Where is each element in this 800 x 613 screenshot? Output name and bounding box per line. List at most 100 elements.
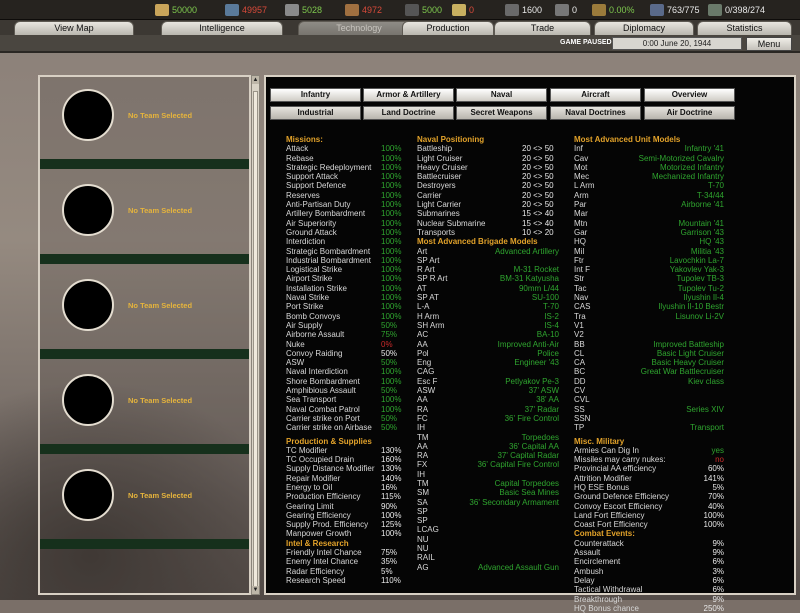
brigade-row: IH (417, 470, 557, 479)
mission-row: Naval Strike 100% (286, 293, 401, 302)
brigade-row: IH (417, 423, 557, 432)
row-value: 20 <> 50 (522, 200, 554, 210)
row-label: Light Carrier (417, 200, 462, 210)
team-portrait-empty[interactable] (62, 184, 114, 236)
team-portrait-empty[interactable] (62, 279, 114, 331)
tab-intelligence[interactable]: Intelligence (161, 21, 283, 35)
row-label: Assault (574, 548, 601, 558)
mission-row: Shore Bombardment 100% (286, 377, 401, 386)
row-label: Reserves (286, 190, 320, 200)
row-value: 100% (381, 237, 402, 247)
row-label: TM (417, 478, 429, 488)
tech-tab-land-doctrine[interactable]: Land Doctrine (363, 106, 454, 120)
row-label: SP (417, 506, 428, 516)
row-label: Nuke (286, 339, 305, 349)
oil-icon (405, 4, 419, 16)
intel-row: Friendly Intel Chance 75% (286, 548, 401, 557)
production-heading: Production & Supplies (286, 436, 372, 446)
teams-scrollbar[interactable]: ▲ ▼ (251, 75, 260, 595)
row-value: 100% (381, 265, 402, 275)
row-value: 6% (712, 575, 724, 585)
resource-supplies: 50000 (155, 3, 197, 17)
brigade-row: AG Advanced Assault Gun (417, 563, 559, 572)
row-label: V2 (574, 330, 584, 340)
row-label: AA (417, 395, 428, 405)
mission-row: Sea Transport 100% (286, 395, 401, 404)
team-slot[interactable]: No Team Selected (40, 364, 249, 459)
row-value: BM-31 Katyusha (499, 274, 559, 284)
row-value: Torpedoes (521, 432, 559, 442)
misc-row: Provincial AA efficiency 60% (574, 464, 724, 473)
misc-row: Convoy Escort Efficiency 40% (574, 502, 724, 511)
scroll-down-icon[interactable]: ▼ (252, 586, 259, 594)
row-value: Basic Sea Mines (499, 488, 559, 498)
row-label: Counterattack (574, 538, 624, 548)
row-value: no (715, 455, 724, 465)
menu-button[interactable]: Menu (746, 37, 792, 51)
tech-tab-naval-doctrines[interactable]: Naval Doctrines (550, 106, 641, 120)
team-slot[interactable]: No Team Selected (40, 269, 249, 364)
tech-tab-secret-weapons[interactable]: Secret Weapons (456, 106, 547, 120)
row-label: Tactical Withdrawal (574, 585, 643, 595)
tab-diplomacy[interactable]: Diplomacy (594, 21, 694, 35)
intel-row: Enemy Intel Chance 35% (286, 557, 401, 566)
mission-row: Industrial Bombardment 100% (286, 256, 401, 265)
team-portrait-empty[interactable] (62, 89, 114, 141)
row-label: Heavy Cruiser (417, 162, 468, 172)
row-value: 6% (712, 557, 724, 567)
brigade-row: SP R Art BM-31 Katyusha (417, 274, 559, 284)
tech-tab-infantry[interactable]: Infantry (270, 88, 361, 102)
row-label: CAS (574, 302, 591, 312)
row-value: 20 <> 50 (522, 162, 554, 172)
unit-row: CL Basic Light Cruiser (574, 349, 724, 358)
row-label: BB (574, 339, 585, 349)
row-value: 37' Capital Radar (497, 451, 559, 461)
tab-production[interactable]: Production (402, 21, 494, 35)
row-label: SS (574, 404, 585, 414)
team-slot[interactable]: No Team Selected (40, 459, 249, 554)
row-label: Int F (574, 265, 591, 275)
row-value: 100% (381, 172, 402, 182)
team-slot[interactable]: No Team Selected (40, 79, 249, 174)
row-label: Pol (417, 348, 429, 358)
row-value: 100% (381, 227, 402, 237)
team-slot[interactable]: No Team Selected (40, 174, 249, 269)
tech-tab-aircraft[interactable]: Aircraft (550, 88, 641, 102)
tech-tab-naval[interactable]: Naval (456, 88, 547, 102)
row-label: Armies Can Dig In (574, 445, 639, 455)
team-portrait-empty[interactable] (62, 469, 114, 521)
tech-tab-air-doctrine[interactable]: Air Doctrine (644, 106, 735, 120)
row-label: Attrition Modifier (574, 473, 632, 483)
tab-view-map[interactable]: View Map (14, 21, 134, 35)
row-value: 20 <> 50 (522, 190, 554, 200)
team-portrait-empty[interactable] (62, 374, 114, 426)
row-label: Mot (574, 162, 588, 172)
row-label: Strategic Redeployment (286, 162, 372, 172)
row-value: 130% (381, 445, 402, 455)
row-value: 100% (381, 274, 402, 284)
scroll-thumb[interactable] (253, 91, 258, 589)
scroll-up-icon[interactable]: ▲ (252, 76, 259, 84)
tech-tab-industrial[interactable]: Industrial (270, 106, 361, 120)
energy-icon (225, 4, 239, 16)
brigade-models-heading: Most Advanced Brigade Models (417, 237, 538, 247)
tab-statistics[interactable]: Statistics (697, 21, 792, 35)
row-label: IH (417, 423, 425, 433)
resource-value: 5028 (302, 5, 323, 15)
tab-trade[interactable]: Trade (494, 21, 591, 35)
mission-row: Rebase 100% (286, 154, 401, 163)
misc-row: Missiles may carry nukes: no (574, 455, 724, 464)
row-label: Installation Strike (286, 283, 347, 293)
row-label: Convoy Escort Efficiency (574, 501, 663, 511)
row-value: 100% (381, 293, 402, 303)
row-value: 6% (712, 585, 724, 595)
row-label: SA (417, 497, 428, 507)
mission-row: Support Attack 100% (286, 172, 401, 181)
row-value: Lavochkin La-7 (669, 255, 724, 265)
row-value: 15 <> 40 (522, 218, 554, 228)
row-label: HQ Bonus chance (574, 603, 639, 613)
tech-tab-armor-artillery[interactable]: Armor & Artillery (363, 88, 454, 102)
row-value: M-31 Rocket (513, 265, 559, 275)
tech-tab-overview[interactable]: Overview (644, 88, 735, 102)
row-label: Provincial AA efficiency (574, 464, 657, 474)
